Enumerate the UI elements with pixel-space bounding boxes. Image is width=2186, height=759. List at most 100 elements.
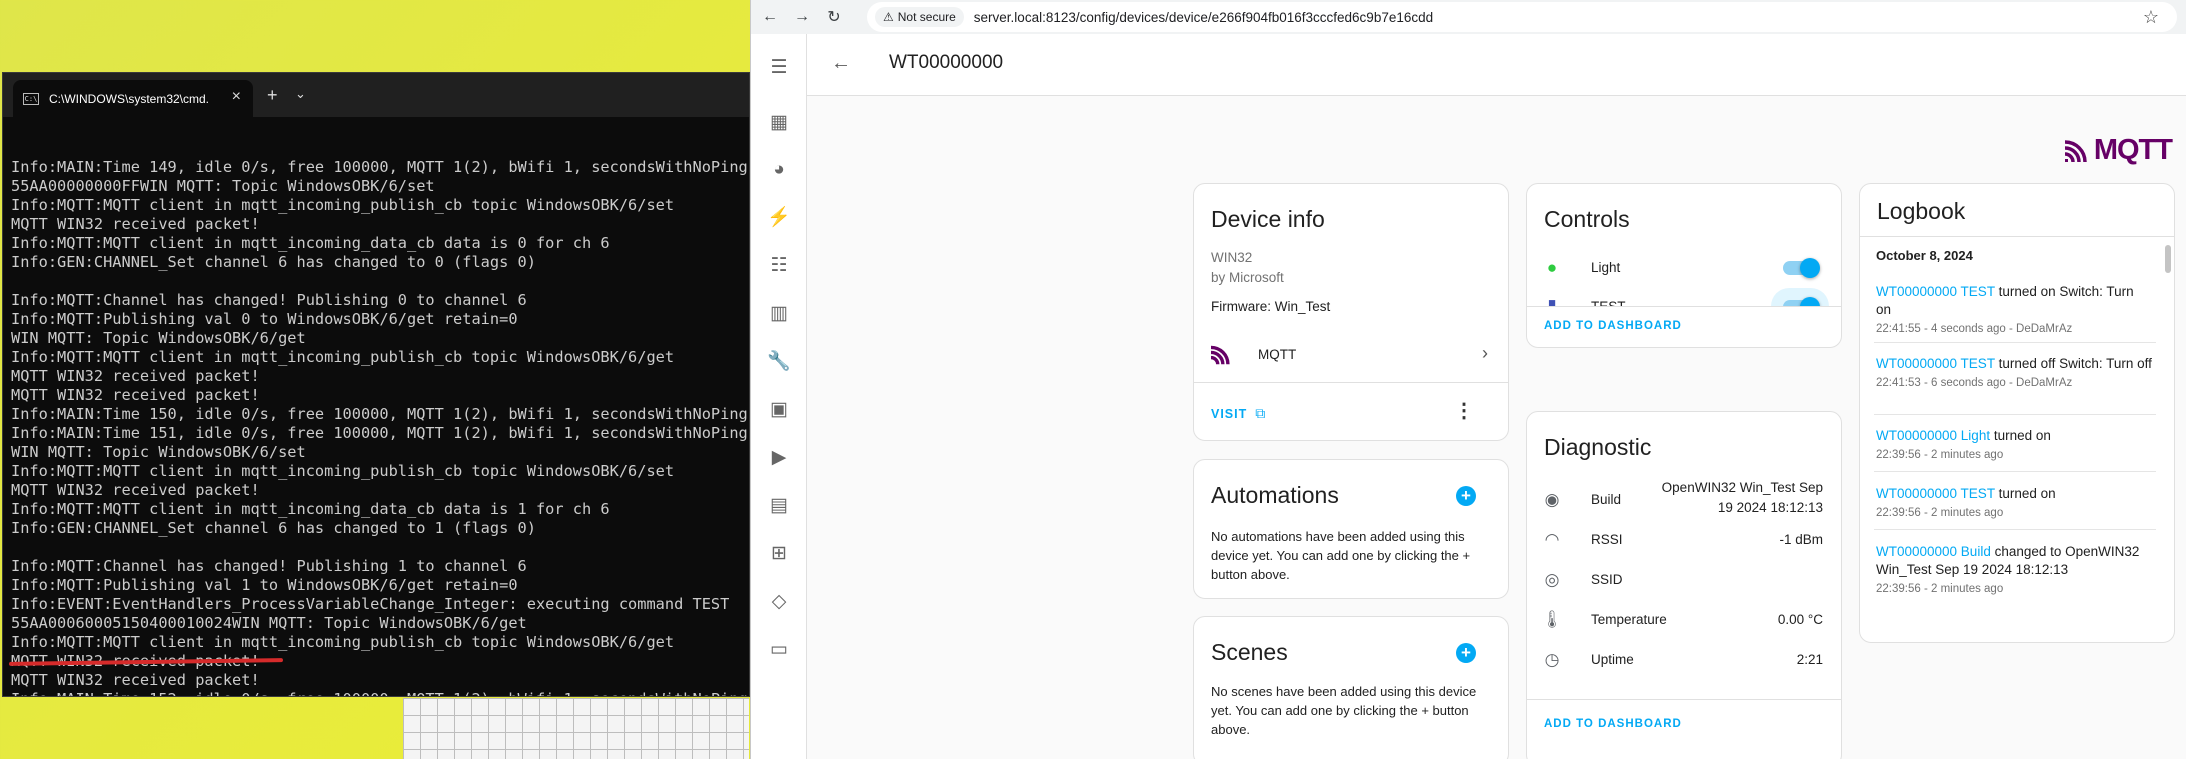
scenes-card: Scenes + No scenes have been added using… [1193, 616, 1509, 759]
terminal-line: WIN MQTT: Topic WindowsOBK/6/set [11, 443, 306, 461]
log-entry-text: turned on [1990, 428, 2051, 443]
sidebar-settings-wrench-icon[interactable]: 🔧 [764, 346, 794, 376]
browser-window[interactable]: ← → ↻ ⚠ Not secure server.local:8123/con… [750, 0, 2186, 759]
terminal-line: Info:MQTT:Publishing val 1 to WindowsOBK… [11, 576, 518, 594]
tab-dropdown-icon[interactable]: ⌄ [295, 86, 306, 102]
sidebar-terminal-icon[interactable]: ▭ [764, 634, 794, 664]
terminal-line: Info:MQTT:Publishing val 0 to WindowsOBK… [11, 310, 518, 328]
scenes-empty-text: No scenes have been added using this dev… [1211, 684, 1477, 737]
diag-value-uptime: 2:21 [1796, 652, 1823, 667]
sidebar-lightning-icon[interactable]: ⚡ [764, 202, 794, 232]
log-entry-meta: 22:39:56 - 2 minutes ago [1876, 507, 2004, 519]
diag-label-rssi: RSSI [1591, 532, 1623, 547]
device-firmware: Firmware: Win_Test [1211, 299, 1331, 314]
sidebar-dashboard-icon[interactable]: ▦ [764, 107, 794, 137]
mqtt-integration-icon [1211, 345, 1230, 365]
terminal-output[interactable]: Info:MAIN:Time 149, idle 0/s, free 10000… [11, 120, 749, 696]
automations-title: Automations [1211, 482, 1339, 508]
log-entry-link[interactable]: WT00000000 TEST [1876, 486, 1995, 501]
diag-row-uptime[interactable]: ◷ Uptime 2:21 [1527, 646, 1841, 676]
device-model: WIN32 [1211, 250, 1253, 265]
mqtt-logo-text: MQTT [2093, 134, 2173, 166]
log-entry-link[interactable]: WT00000000 Build [1876, 544, 1991, 559]
back-arrow-icon[interactable]: ← [757, 4, 783, 30]
close-tab-icon[interactable]: × [232, 88, 241, 106]
sidebar-vscode-icon[interactable]: ◇ [764, 586, 794, 616]
ha-sidebar: ☰ ▦ ◕ ⚡ ☷ ▥ 🔧 ▣ ▶ ▤ ⊞ ◇ ▭ [751, 34, 807, 759]
device-manufacturer: by Microsoft [1211, 270, 1284, 285]
sidebar-hacs-icon[interactable]: ▣ [764, 394, 794, 424]
terminal-tab[interactable]: C:\ C:\WINDOWS\system32\cmd. × [13, 80, 253, 117]
logbook-title: Logbook [1877, 198, 1966, 224]
log-entry-link[interactable]: WT00000000 TEST [1876, 284, 1995, 299]
terminal-line: Info:MAIN:Time 151, idle 0/s, free 10000… [11, 424, 749, 442]
light-toggle[interactable] [1783, 258, 1820, 278]
visit-link[interactable]: VISIT ⧉ [1211, 405, 1265, 422]
cmd-icon: C:\ [23, 92, 39, 105]
log-entry: WT00000000 Light turned on 22:39:56 - 2 … [1876, 427, 2152, 464]
desktop-background [403, 698, 749, 759]
controls-add-to-dashboard[interactable]: ADD TO DASHBOARD [1544, 320, 1682, 332]
menu-icon[interactable]: ☰ [764, 52, 794, 82]
diag-value-rssi: -1 dBm [1779, 532, 1823, 547]
security-chip[interactable]: ⚠ Not secure [875, 7, 964, 27]
diag-value-temperature: 0.00 °C [1777, 612, 1823, 627]
new-tab-button[interactable]: + [267, 85, 278, 106]
antenna-icon: ◎ [1544, 570, 1560, 589]
control-row-light[interactable]: ● Light [1527, 252, 1841, 282]
diag-row-ssid[interactable]: ◎ SSID [1527, 566, 1841, 596]
sidebar-logbook-icon[interactable]: ☷ [764, 250, 794, 280]
terminal-line: Info:MAIN:Time 150, idle 0/s, free 10000… [11, 405, 749, 423]
control-label-light: Light [1591, 260, 1621, 275]
terminal-line: Info:GEN:CHANNEL_Set channel 6 has chang… [11, 253, 536, 271]
diagnostic-add-to-dashboard[interactable]: ADD TO DASHBOARD [1544, 718, 1682, 730]
sidebar-media-icon[interactable]: ▶ [764, 442, 794, 472]
forward-arrow-icon[interactable]: → [789, 4, 815, 30]
diagnostic-title: Diagnostic [1544, 434, 1652, 460]
terminal-line: WIN MQTT: Topic WindowsOBK/6/get [11, 329, 306, 347]
log-entry-link[interactable]: WT00000000 Light [1876, 428, 1990, 443]
mqtt-integration-row[interactable]: MQTT › [1194, 329, 1508, 379]
logbook-scrollbar[interactable] [2165, 245, 2171, 273]
back-arrow-icon[interactable]: ← [831, 52, 851, 75]
terminal-line: MQTT WIN32 received packet! [11, 481, 260, 499]
diag-row-build[interactable]: ◉ Build OpenWIN32 Win_Test Sep 19 2024 1… [1527, 480, 1841, 522]
bookmark-star-icon[interactable]: ☆ [2143, 7, 2159, 28]
add-automation-button[interactable]: + [1456, 486, 1476, 506]
more-menu-icon[interactable]: ⋮ [1454, 398, 1474, 423]
terminal-line: MQTT WIN32 received packet! [11, 671, 260, 689]
sidebar-monitor-icon[interactable]: ▤ [764, 490, 794, 520]
open-external-icon: ⧉ [1255, 405, 1266, 421]
diag-row-temperature[interactable]: 🌡 Temperature 0.00 °C [1527, 606, 1841, 636]
add-scene-button[interactable]: + [1456, 643, 1476, 663]
terminal-titlebar[interactable]: C:\ C:\WINDOWS\system32\cmd. × + ⌄ [3, 73, 749, 117]
terminal-line: Info:MQTT:Channel has changed! Publishin… [11, 557, 527, 575]
diag-label-uptime: Uptime [1591, 652, 1634, 667]
diag-label-build: Build [1591, 492, 1622, 507]
terminal-line: Info:MAIN:Time 152, idle 0/s, free 10000… [11, 690, 749, 696]
sidebar-network-icon[interactable]: ⊞ [764, 538, 794, 568]
controls-title: Controls [1544, 206, 1630, 232]
sidebar-history-icon[interactable]: ▥ [764, 298, 794, 328]
lightbulb-icon: ● [1546, 258, 1558, 277]
reload-icon[interactable]: ↻ [821, 4, 847, 30]
log-entry-meta: 22:39:56 - 2 minutes ago [1876, 449, 2004, 461]
eye-icon: ◉ [1544, 490, 1560, 509]
diagnostic-card: Diagnostic ◉ Build OpenWIN32 Win_Test Se… [1526, 411, 1842, 759]
sidebar-energy-icon[interactable]: ◕ [764, 155, 794, 185]
browser-toolbar: ← → ↻ ⚠ Not secure server.local:8123/con… [751, 0, 2186, 34]
terminal-line: MQTT WIN32 received packet! [11, 386, 260, 404]
terminal-line: Info:EVENT:EventHandlers_ProcessVariable… [11, 595, 730, 613]
log-entry: WT00000000 Build changed to OpenWIN32 Wi… [1876, 543, 2152, 598]
log-entry-link[interactable]: WT00000000 TEST [1876, 356, 1995, 371]
terminal-line: Info:MAIN:Time 149, idle 0/s, free 10000… [11, 158, 749, 176]
url-text[interactable]: server.local:8123/config/devices/device/… [974, 10, 1433, 25]
terminal-window[interactable]: C:\ C:\WINDOWS\system32\cmd. × + ⌄ Info:… [2, 72, 750, 697]
terminal-line: Info:MQTT:MQTT client in mqtt_incoming_p… [11, 462, 675, 480]
controls-card-footer: ADD TO DASHBOARD [1526, 306, 1842, 348]
diag-row-rssi[interactable]: ◠ RSSI -1 dBm [1527, 526, 1841, 556]
thermometer-icon: 🌡 [1541, 610, 1563, 629]
address-bar[interactable]: ⚠ Not secure server.local:8123/config/de… [867, 2, 2177, 32]
